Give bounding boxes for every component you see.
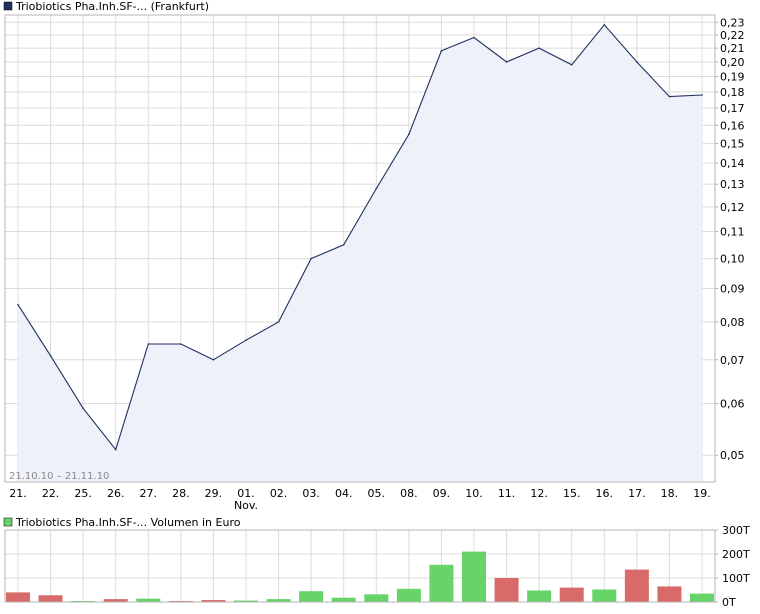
volume-bar [136, 598, 161, 602]
price-y-tick-label: 0,23 [720, 16, 745, 29]
x-tick-label: 09. [433, 487, 451, 500]
price-point [114, 448, 117, 451]
price-area-fill [18, 24, 702, 483]
x-tick-label: 26. [107, 487, 125, 500]
price-y-tick-label: 0,15 [720, 138, 745, 151]
x-tick-label: 08. [400, 487, 418, 500]
chart-canvas: 0,230,220,210,20 0,19 0,18 0,17 0,16 0,15 0,14… [3, 0, 750, 609]
price-y-tick-label: 0,09 [720, 282, 745, 295]
price-point [603, 23, 606, 26]
price-point [17, 303, 19, 306]
price-point [701, 94, 703, 96]
price-legend-swatch [3, 1, 13, 11]
price-y-tick-label: 0,08 [720, 316, 745, 329]
price-y-tick-label: 0,22 [720, 29, 745, 42]
volume-bar [690, 593, 714, 602]
volume-y-tick-label: 300T [722, 524, 750, 537]
price-y-tick-label: 0,17 [720, 102, 745, 115]
volume-bar [396, 588, 421, 602]
x-tick-label: 03. [302, 487, 320, 500]
x-tick-label: 18. [661, 487, 679, 500]
price-y-tick-label: 0,19 [720, 71, 745, 84]
price-y-tick-label: 0,16 [720, 119, 745, 132]
x-tick-label: 27. [140, 487, 158, 500]
x-month-label: Nov. [234, 499, 258, 512]
price-point [310, 257, 312, 260]
price-y-tick-label: 0,14 [720, 157, 745, 170]
x-tick-label: 12. [530, 487, 548, 500]
x-tick-label: 11. [498, 487, 516, 500]
x-tick-label: 02. [270, 487, 288, 500]
price-point [570, 64, 573, 66]
volume-bar [6, 592, 30, 602]
price-point [342, 243, 345, 246]
price-point [668, 95, 671, 98]
x-tick-label: 04. [335, 487, 353, 500]
price-point [49, 354, 52, 357]
price-y-tick-label: 0,12 [720, 201, 745, 214]
x-tick-label: 17. [628, 487, 646, 500]
price-y-tick-label: 0,07 [720, 354, 745, 367]
stock-chart: 0,23 0,22 0,21 0,20 0,19 0,18 0,17 0,16 0,15 0,14… [0, 0, 760, 610]
x-tick-label: 15. [563, 487, 581, 500]
volume-bar [592, 589, 617, 602]
price-y-tick-label: 0,21 [720, 42, 745, 55]
x-tick-label: 22. [42, 487, 60, 500]
volume-bar [559, 587, 584, 602]
price-y-tick-label: 0,11 [720, 226, 745, 239]
price-point [538, 47, 540, 49]
price-point [212, 358, 215, 361]
date-range-label: 21.10.10 – 21.11.10 [9, 471, 109, 482]
volume-bar [624, 569, 649, 602]
price-point [440, 50, 443, 52]
x-tick-label: 10. [465, 487, 483, 500]
volume-bar [527, 590, 552, 602]
price-y-tick-label: 0,20 [720, 56, 745, 69]
price-point [408, 133, 410, 136]
price-point [82, 407, 84, 410]
volume-bar [299, 591, 324, 602]
price-point [473, 36, 475, 39]
x-tick-label: 19. [693, 487, 711, 500]
volume-bar [364, 594, 389, 602]
price-y-tick-label: 0,10 [720, 253, 745, 266]
price-point [147, 343, 150, 345]
x-tick-label: 29. [205, 487, 223, 500]
price-point [245, 339, 247, 342]
volume-y-tick-label: 0T [722, 596, 736, 609]
volume-bar [494, 578, 519, 602]
price-point [375, 187, 378, 190]
volume-bar [38, 595, 63, 602]
volume-bar [429, 564, 454, 602]
x-tick-label: 05. [368, 487, 386, 500]
x-tick-label: 25. [74, 487, 92, 500]
volume-bar [657, 586, 682, 602]
volume-y-tick-label: 200T [722, 548, 750, 561]
volume-bar [331, 597, 356, 602]
volume-legend-swatch [3, 517, 13, 527]
price-y-tick-label: 0,18 [720, 86, 745, 99]
x-tick-label: 21. [9, 487, 27, 500]
price-point [180, 343, 182, 345]
volume-y-tick-label: 100T [722, 572, 750, 585]
x-tick-label: 28. [172, 487, 190, 500]
price-y-tick-label: 0,06 [720, 398, 745, 411]
price-point [277, 321, 280, 323]
volume-legend-label: Triobiotics Pha.Inh.SF-... Volumen in Eu… [15, 516, 241, 529]
price-y-tick-label: 0,13 [720, 178, 745, 191]
price-point [505, 61, 508, 63]
x-tick-label: 16. [596, 487, 614, 500]
price-legend-label: Triobiotics Pha.Inh.SF-... (Frankfurt) [15, 0, 209, 13]
price-y-tick-label: 0,05 [720, 449, 745, 462]
volume-bar [462, 551, 486, 602]
price-point [636, 61, 638, 63]
